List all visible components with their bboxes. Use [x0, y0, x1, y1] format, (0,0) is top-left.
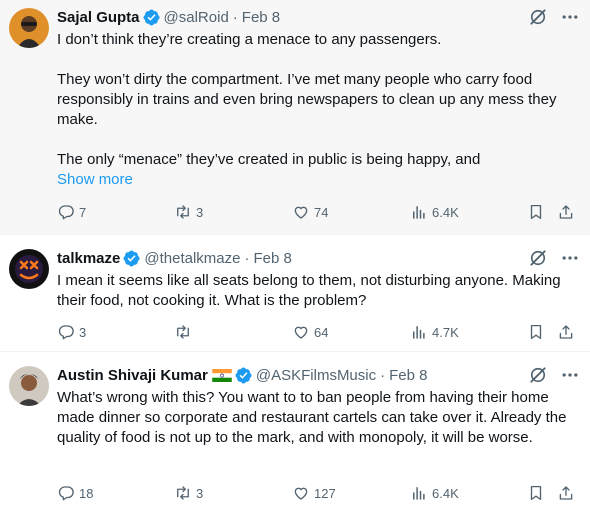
share-icon	[557, 323, 575, 341]
like-icon	[292, 484, 310, 502]
more-icon[interactable]	[560, 248, 580, 268]
reply-button[interactable]: 7	[57, 203, 86, 221]
verified-badge-icon	[123, 250, 140, 267]
reply-count: 7	[79, 204, 87, 220]
author-handle[interactable]: @thetalkmaze	[144, 250, 240, 267]
separator-dot: ·	[380, 366, 386, 384]
more-icon[interactable]	[560, 365, 580, 385]
views-button[interactable]: 6.4K	[410, 203, 459, 221]
tweet-header: Austin Shivaji Kumar @ASKFilmsMusic · Fe…	[57, 364, 580, 386]
verified-badge-icon	[143, 9, 160, 26]
author-name[interactable]: Sajal Gupta	[57, 9, 140, 26]
like-button[interactable]: 74	[292, 203, 328, 221]
repost-icon	[174, 323, 192, 341]
tweet-actions: 18 3 127 6.4K	[57, 482, 578, 504]
share-button[interactable]	[557, 323, 575, 341]
bookmark-button[interactable]	[527, 323, 545, 341]
view-count: 4.7K	[432, 324, 459, 340]
like-button[interactable]: 127	[292, 484, 336, 502]
reply-icon	[57, 484, 75, 502]
tweet-sajal-gupta[interactable]: Sajal Gupta @salRoid · Feb 8 I don’t thi…	[0, 0, 590, 234]
like-button[interactable]: 64	[292, 323, 328, 341]
tweet-text: I don’t think they’re creating a menace …	[57, 30, 576, 190]
share-button[interactable]	[557, 203, 575, 221]
reply-count: 18	[79, 485, 94, 501]
grok-icon[interactable]	[528, 7, 548, 27]
tweet-date[interactable]: Feb 8	[389, 367, 427, 384]
repost-icon	[174, 203, 192, 221]
tweet-paragraph: They won’t dirty the compartment. I’ve m…	[57, 71, 557, 128]
views-icon	[410, 484, 428, 502]
bookmark-icon	[527, 203, 545, 221]
bookmark-button[interactable]	[527, 203, 545, 221]
tweet-paragraph: The only “menace” they’ve created in pub…	[57, 151, 481, 168]
avatar[interactable]	[9, 366, 49, 406]
repost-button[interactable]	[174, 323, 196, 341]
tweet-actions: 3 64 4.7K	[57, 321, 578, 343]
bookmark-icon	[527, 484, 545, 502]
like-count: 74	[314, 204, 329, 220]
separator-dot: ·	[244, 249, 250, 267]
tweet-paragraph: I don’t think they’re creating a menace …	[57, 31, 442, 48]
bookmark-button[interactable]	[527, 484, 545, 502]
repost-count: 3	[196, 204, 204, 220]
author-handle[interactable]: @ASKFilmsMusic	[256, 367, 376, 384]
reply-count: 3	[79, 324, 87, 340]
author-handle[interactable]: @salRoid	[164, 9, 229, 26]
india-flag-icon	[212, 368, 232, 382]
tweet-date[interactable]: Feb 8	[253, 250, 291, 267]
like-count: 127	[314, 485, 336, 501]
repost-count: 3	[196, 485, 204, 501]
tweet-date[interactable]: Feb 8	[242, 9, 280, 26]
views-icon	[410, 203, 428, 221]
views-button[interactable]: 4.7K	[410, 323, 459, 341]
repost-icon	[174, 484, 192, 502]
repost-button[interactable]: 3	[174, 484, 203, 502]
reply-button[interactable]: 3	[57, 323, 86, 341]
tweet-paragraph: I mean it seems like all seats belong to…	[57, 272, 561, 309]
view-count: 6.4K	[432, 204, 459, 220]
separator-dot: ·	[232, 8, 238, 26]
share-icon	[557, 484, 575, 502]
share-button[interactable]	[557, 484, 575, 502]
tweet-austin-shivaji-kumar[interactable]: Austin Shivaji Kumar @ASKFilmsMusic · Fe…	[0, 351, 590, 516]
repost-button[interactable]: 3	[174, 203, 203, 221]
like-icon	[292, 323, 310, 341]
author-name[interactable]: talkmaze	[57, 250, 120, 267]
tweet-text: What’s wrong with this? You want to to b…	[57, 388, 576, 448]
author-name[interactable]: Austin Shivaji Kumar	[57, 367, 208, 384]
tweet-header: talkmaze @thetalkmaze · Feb 8	[57, 247, 580, 269]
show-more-link[interactable]: Show more	[57, 170, 576, 190]
avatar[interactable]	[9, 249, 49, 289]
bookmark-icon	[527, 323, 545, 341]
share-icon	[557, 203, 575, 221]
reply-button[interactable]: 18	[57, 484, 93, 502]
like-icon	[292, 203, 310, 221]
reply-icon	[57, 203, 75, 221]
tweet-talkmaze[interactable]: talkmaze @thetalkmaze · Feb 8 I mean it …	[0, 234, 590, 351]
view-count: 6.4K	[432, 485, 459, 501]
more-icon[interactable]	[560, 7, 580, 27]
grok-icon[interactable]	[528, 248, 548, 268]
views-button[interactable]: 6.4K	[410, 484, 459, 502]
tweet-paragraph: What’s wrong with this? You want to to b…	[57, 389, 567, 446]
tweet-text: I mean it seems like all seats belong to…	[57, 271, 576, 311]
verified-badge-icon	[235, 367, 252, 384]
tweet-header: Sajal Gupta @salRoid · Feb 8	[57, 6, 580, 28]
views-icon	[410, 323, 428, 341]
tweet-actions: 7 3 74 6.4K	[57, 201, 578, 223]
avatar[interactable]	[9, 8, 49, 48]
grok-icon[interactable]	[528, 365, 548, 385]
like-count: 64	[314, 324, 329, 340]
reply-icon	[57, 323, 75, 341]
